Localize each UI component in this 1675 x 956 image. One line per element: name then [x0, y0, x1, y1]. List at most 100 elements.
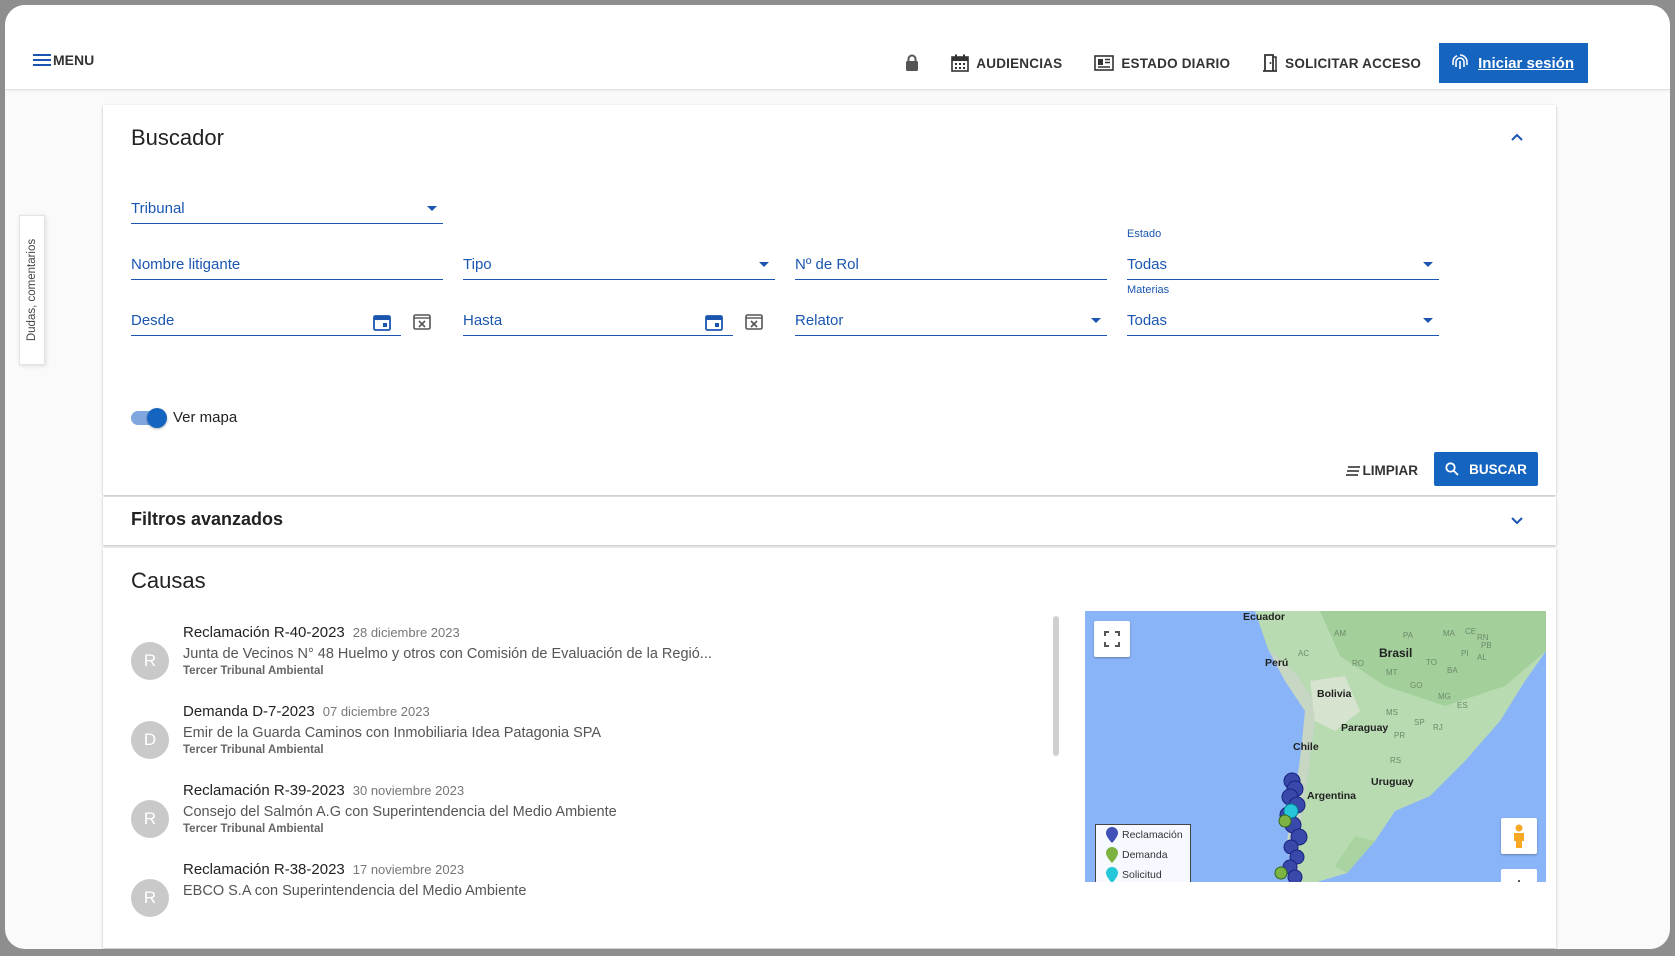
causa-date: 17 noviembre 2023: [352, 862, 465, 877]
causa-title: Demanda D-7-2023: [183, 703, 315, 720]
causa-date: 30 noviembre 2023: [352, 783, 465, 798]
causa-title-row: Demanda D-7-2023 07 diciembre 2023: [183, 703, 430, 720]
ver-mapa-toggle[interactable]: Ver mapa: [131, 407, 237, 428]
causa-subtitle: Junta de Vecinos N° 48 Huelmo y otros co…: [183, 646, 712, 662]
causa-title: Reclamación R-40-2023: [183, 624, 345, 641]
login-button[interactable]: Iniciar sesión: [1439, 43, 1588, 83]
hasta-label: Hasta: [463, 312, 503, 329]
causa-subtitle: EBCO S.A con Superintendencia del Medio …: [183, 883, 527, 899]
buscar-button[interactable]: BUSCAR: [1434, 452, 1538, 486]
list-item[interactable]: D Demanda D-7-2023 07 diciembre 2023 Emir…: [131, 703, 971, 773]
filtros-avanzados-title: Filtros avanzados: [131, 509, 284, 529]
menu-label: MENU: [53, 52, 95, 68]
list-item[interactable]: R Reclamación R-39-2023 30 noviembre 2023…: [131, 782, 971, 852]
dropdown-caret-icon: [1091, 318, 1101, 323]
causa-title-row: Reclamación R-40-2023 28 diciembre 2023: [183, 624, 460, 641]
estado-value: Todas: [1127, 256, 1168, 273]
rol-input[interactable]: Nº de Rol: [795, 250, 1107, 280]
collapse-chevron-icon[interactable]: [1510, 132, 1524, 142]
relator-select[interactable]: Relator: [795, 306, 1107, 336]
list-scrollbar[interactable]: [1053, 616, 1059, 756]
dropdown-caret-icon: [1423, 262, 1433, 267]
fullscreen-button[interactable]: [1094, 621, 1130, 657]
list-item[interactable]: R Reclamación R-38-2023 17 noviembre 2023…: [131, 861, 971, 931]
relator-label: Relator: [795, 312, 844, 329]
legend-item: Reclamación: [1096, 825, 1190, 845]
avatar: R: [131, 642, 169, 680]
causa-date: 28 diciembre 2023: [352, 625, 460, 640]
tipo-select[interactable]: Tipo: [463, 250, 775, 280]
causa-title-row: Reclamación R-38-2023 17 noviembre 2023: [183, 861, 464, 878]
desde-label: Desde: [131, 312, 175, 329]
clear-all-icon: [1345, 465, 1360, 476]
avatar: R: [131, 800, 169, 838]
marker-icon: [1106, 847, 1118, 863]
audiencias-label: AUDIENCIAS: [976, 55, 1063, 71]
clear-date-icon[interactable]: [413, 312, 431, 330]
calendar-icon[interactable]: [705, 313, 723, 331]
nombre-litigante-label: Nombre litigante: [131, 256, 241, 273]
nombre-litigante-input[interactable]: Nombre litigante: [131, 250, 443, 280]
toggle-knob: [147, 407, 167, 428]
menu-button[interactable]: MENU: [33, 51, 94, 69]
legend-item: Solicitud: [1096, 865, 1190, 882]
calendar-icon: [951, 54, 970, 72]
marker-icon: [1106, 827, 1118, 843]
legend-label: Solicitud: [1122, 869, 1162, 881]
causa-court: Tercer Tribunal Ambiental: [183, 823, 324, 835]
buscador-card: Buscador Tribunal Nombre litigante Tipo …: [103, 105, 1556, 495]
expand-chevron-icon[interactable]: [1510, 516, 1524, 526]
materias-select[interactable]: Materias Todas: [1127, 284, 1439, 336]
causa-title: Reclamación R-38-2023: [183, 861, 345, 878]
marker-icon: [1106, 867, 1118, 882]
legend-label: Demanda: [1122, 849, 1168, 861]
audiencias-link[interactable]: AUDIENCIAS: [951, 54, 1062, 72]
list-item[interactable]: R Reclamación R-40-2023 28 diciembre 2023…: [131, 624, 971, 694]
causa-title-row: Reclamación R-39-2023 30 noviembre 2023: [183, 782, 464, 799]
fingerprint-icon: [1451, 53, 1469, 73]
limpiar-button[interactable]: LIMPIAR: [1345, 463, 1419, 478]
tribunal-select[interactable]: Tribunal: [131, 194, 443, 224]
estado-select[interactable]: Estado Todas: [1127, 228, 1439, 280]
clear-date-icon[interactable]: [745, 312, 763, 330]
top-bar: MENU AUDIENCIAS ESTADO DIARIO SOLICITAR …: [5, 5, 1670, 90]
causa-court: Tercer Tribunal Ambiental: [183, 665, 324, 677]
feedback-tab[interactable]: Dudas, comentarios: [19, 215, 45, 365]
newspaper-icon: [1094, 55, 1115, 71]
materias-value: Todas: [1127, 312, 1168, 329]
hamburger-icon: [33, 51, 51, 69]
solicitar-acceso-link[interactable]: SOLICITAR ACCESO: [1262, 54, 1421, 72]
estado-caption: Estado: [1127, 228, 1162, 240]
dropdown-caret-icon: [759, 262, 769, 267]
causas-card: Causas R Reclamación R-40-2023 28 diciemb…: [103, 548, 1556, 948]
rol-label: Nº de Rol: [795, 256, 859, 273]
causa-subtitle: Emir de la Guarda Caminos con Inmobiliar…: [183, 725, 602, 741]
door-icon: [1262, 54, 1278, 72]
lock-icon: [905, 54, 919, 72]
causa-title: Reclamación R-39-2023: [183, 782, 345, 799]
login-label: Iniciar sesión: [1478, 54, 1574, 72]
causas-map[interactable]: Ecuador Perú Brasil Bolivia Paraguay Chi…: [1085, 611, 1546, 882]
limpiar-label: LIMPIAR: [1362, 463, 1419, 478]
pegman-icon: [1514, 824, 1524, 848]
calendar-icon[interactable]: [373, 313, 391, 331]
street-view-button[interactable]: [1501, 818, 1537, 854]
causa-subtitle: Consejo del Salmón A.G con Superintenden…: [183, 804, 617, 820]
solicitar-acceso-label: SOLICITAR ACCESO: [1285, 55, 1422, 71]
hasta-date-input[interactable]: Hasta: [463, 306, 733, 336]
filtros-avanzados-card[interactable]: Filtros avanzados: [103, 497, 1556, 545]
materias-caption: Materias: [1127, 284, 1170, 296]
search-icon: [1445, 462, 1459, 476]
toggle-track: [131, 407, 167, 428]
legend-item: Demanda: [1096, 845, 1190, 865]
top-nav: AUDIENCIAS ESTADO DIARIO SOLICITAR ACCES…: [905, 43, 1588, 83]
causas-title: Causas: [131, 568, 206, 593]
causa-court: Tercer Tribunal Ambiental: [183, 744, 324, 756]
feedback-tab-label: Dudas, comentarios: [26, 238, 38, 342]
estado-diario-link[interactable]: ESTADO DIARIO: [1094, 55, 1230, 71]
fullscreen-icon: [1104, 631, 1120, 647]
zoom-in-button[interactable]: +: [1501, 869, 1537, 882]
map-legend: Reclamación Demanda Solicitud: [1095, 824, 1191, 882]
desde-date-input[interactable]: Desde: [131, 306, 401, 336]
causa-date: 07 diciembre 2023: [322, 704, 430, 719]
